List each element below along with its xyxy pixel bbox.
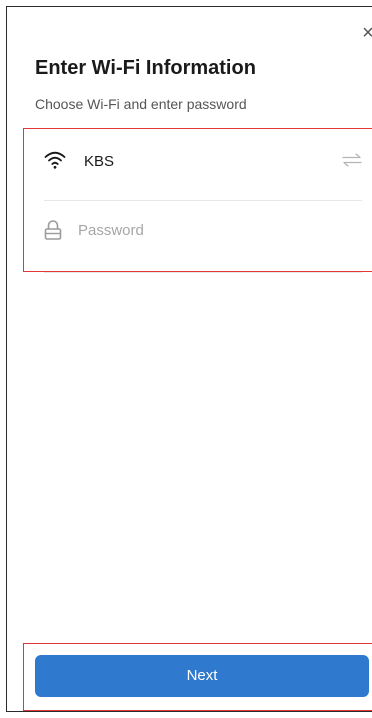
close-button[interactable]: ×	[358, 21, 372, 45]
next-button-area: Next	[23, 643, 372, 711]
close-icon: ×	[362, 22, 372, 44]
password-input[interactable]	[78, 217, 348, 243]
wifi-ssid: KBS	[84, 153, 115, 170]
switch-network-icon[interactable]	[342, 153, 362, 167]
page-title: Enter Wi-Fi Information	[35, 57, 256, 79]
next-button[interactable]: Next	[35, 655, 369, 697]
screen-frame: × Enter Wi-Fi Information Choose Wi-Fi a…	[6, 6, 372, 712]
lock-icon	[44, 220, 62, 240]
wifi-form: KBS	[23, 128, 372, 273]
password-row	[44, 201, 362, 273]
wifi-icon	[44, 151, 66, 169]
page-subtitle: Choose Wi-Fi and enter password	[35, 96, 247, 112]
wifi-network-row[interactable]: KBS	[44, 129, 362, 201]
